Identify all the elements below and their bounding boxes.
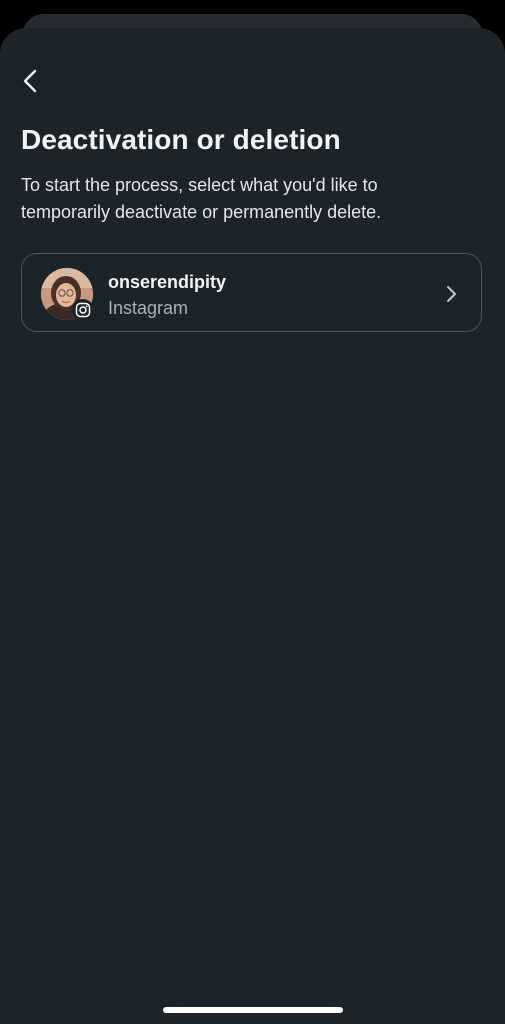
instagram-badge [72, 299, 94, 321]
account-card-instagram[interactable]: onserendipity Instagram [21, 253, 482, 332]
account-platform: Instagram [108, 298, 189, 318]
page-description: To start the process, select what you'd … [21, 175, 382, 222]
account-username: onserendipity [108, 272, 227, 292]
back-button[interactable] [14, 64, 48, 98]
chevron-left-icon [23, 69, 37, 93]
page-title: Deactivation or deletion [21, 124, 341, 155]
chevron-right-icon [447, 286, 456, 302]
instagram-icon [75, 302, 91, 318]
home-indicator[interactable] [163, 1007, 343, 1013]
deactivation-sheet: Deactivation or deletion To start the pr… [0, 28, 505, 1024]
